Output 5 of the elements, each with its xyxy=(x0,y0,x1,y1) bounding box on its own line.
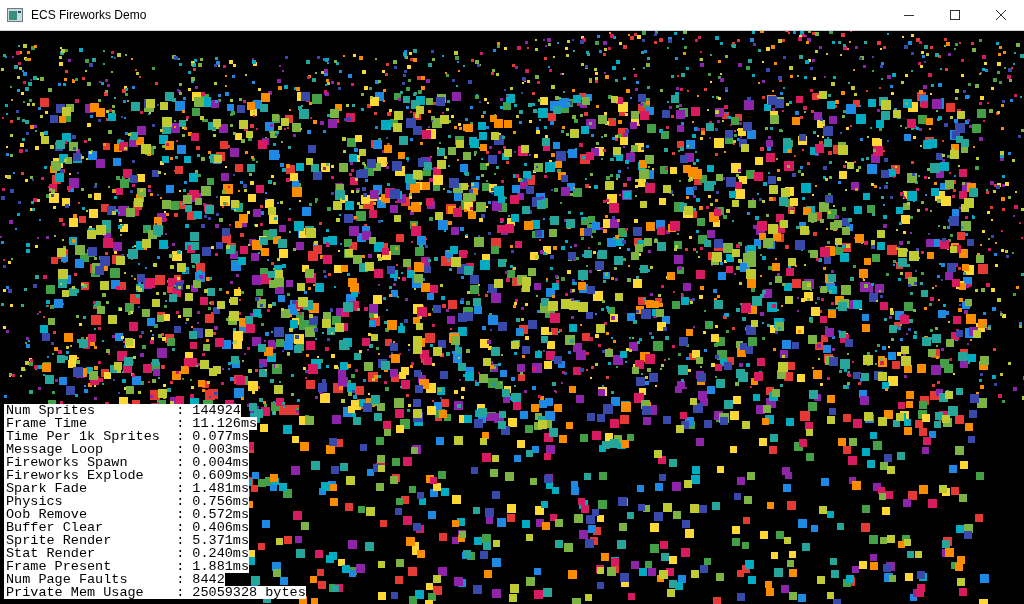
maximize-icon xyxy=(950,10,960,20)
app-icon xyxy=(7,8,23,22)
window-title: ECS Fireworks Demo xyxy=(31,7,147,24)
close-icon xyxy=(996,10,1006,20)
minimize-icon xyxy=(904,14,914,16)
